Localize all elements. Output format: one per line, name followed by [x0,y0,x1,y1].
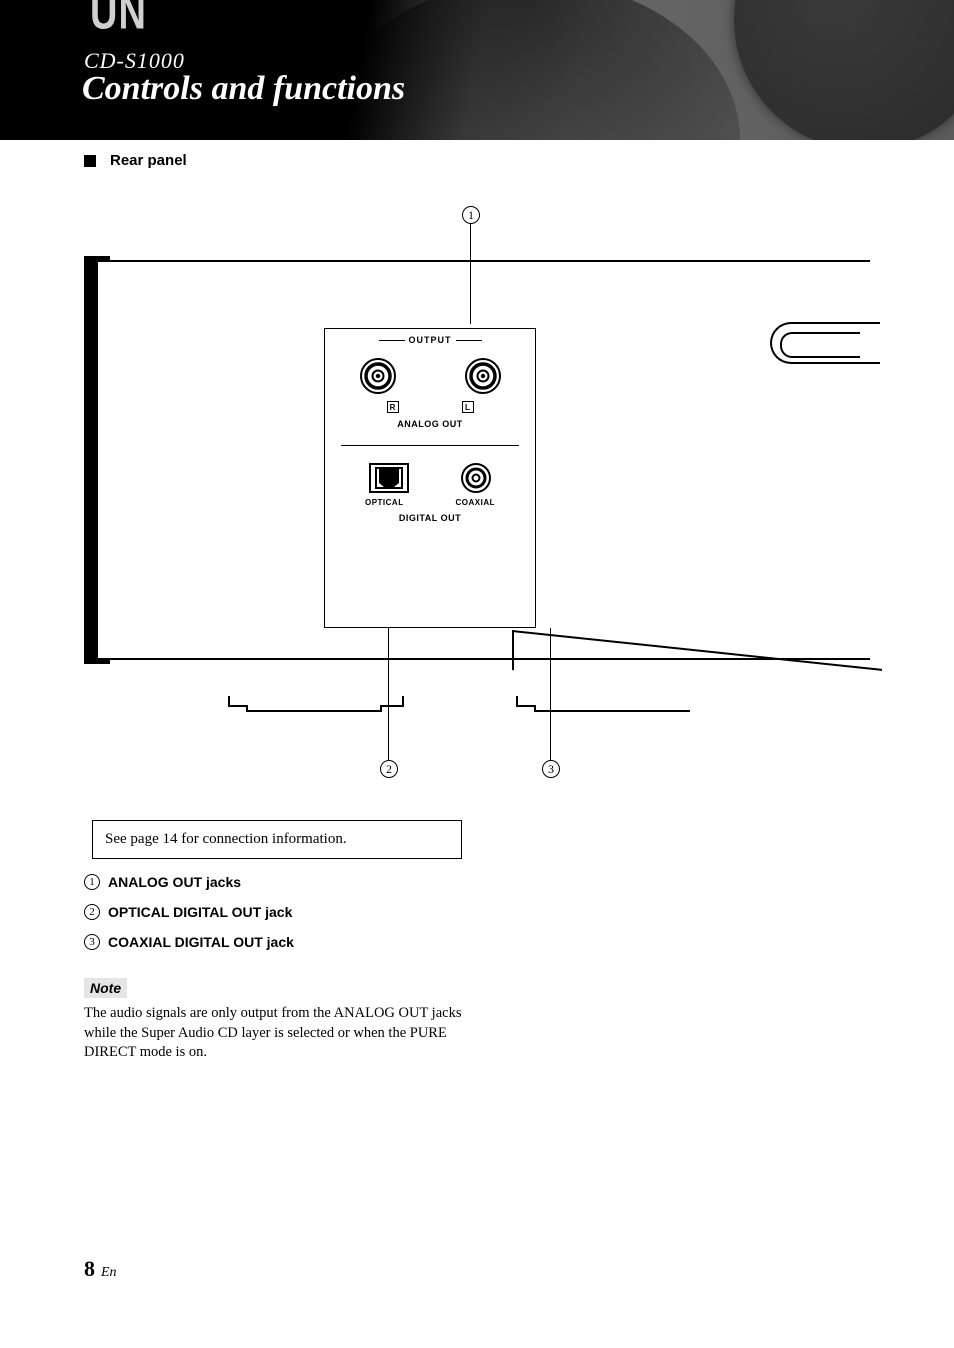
optical-label: OPTICAL [365,498,404,507]
callout-1: 1 [462,206,480,224]
coaxial-label: COAXIAL [456,498,496,507]
channel-label-row: R L [325,395,535,415]
page-title: Controls and functions [82,70,405,108]
list-item: 3 COAXIAL DIGITAL OUT jack [84,934,294,950]
note-body: The audio signals are only output from t… [84,1004,484,1063]
analog-out-label: ANALOG OUT [325,415,535,437]
item-label: COAXIAL DIGITAL OUT jack [108,934,294,950]
callout-leader-1 [470,224,471,324]
note-heading: Note [84,978,127,998]
page-language: En [99,1265,117,1280]
digital-out-label: DIGITAL OUT [325,509,535,531]
section-heading-text: Rear panel [110,152,187,169]
analog-out-r-jack [359,357,397,395]
section-heading: Rear panel [84,152,187,169]
item-number-icon: 2 [84,904,100,920]
output-label-row: OUTPUT [325,329,535,347]
coaxial-out-jack [460,462,492,494]
page-number: 8 [84,1256,95,1281]
callout-leader-3 [550,628,551,760]
header-decor-disc [734,0,954,140]
square-bullet-icon [84,155,96,167]
power-cord-grommet [770,322,880,364]
callout-description-list: 1 ANALOG OUT jacks 2 OPTICAL DIGITAL OUT… [84,874,294,964]
item-label: ANALOG OUT jacks [108,874,241,890]
callout-leader-2 [388,628,389,760]
chassis-foot-left [228,696,400,710]
output-label: OUTPUT [409,335,452,345]
page-header: UN CD-S1000 Controls and functions [0,0,954,140]
page-footer: 8 En [84,1256,117,1282]
io-panel: OUTPUT R L ANALOG OUT [324,328,536,628]
digital-port-captions: OPTICAL COAXIAL [325,494,535,509]
channel-l-label: L [462,401,474,413]
chassis-foot-right [516,696,688,710]
item-number-icon: 1 [84,874,100,890]
optical-out-jack [369,463,409,493]
chassis-outline: OUTPUT R L ANALOG OUT [96,260,870,660]
divider-line [341,445,519,446]
list-item: 1 ANALOG OUT jacks [84,874,294,890]
rear-panel-diagram: OUTPUT R L ANALOG OUT [84,260,870,680]
analog-jack-row [325,357,535,395]
digital-jack-row [325,454,535,494]
channel-r-label: R [387,401,399,413]
connection-info-box: See page 14 for connection information. [92,820,462,859]
item-number-icon: 3 [84,934,100,950]
brand-logo-fragment: UN [90,0,147,41]
item-label: OPTICAL DIGITAL OUT jack [108,904,292,920]
callout-3: 3 [542,760,560,778]
analog-out-l-jack [464,357,502,395]
callout-2: 2 [380,760,398,778]
list-item: 2 OPTICAL DIGITAL OUT jack [84,904,294,920]
